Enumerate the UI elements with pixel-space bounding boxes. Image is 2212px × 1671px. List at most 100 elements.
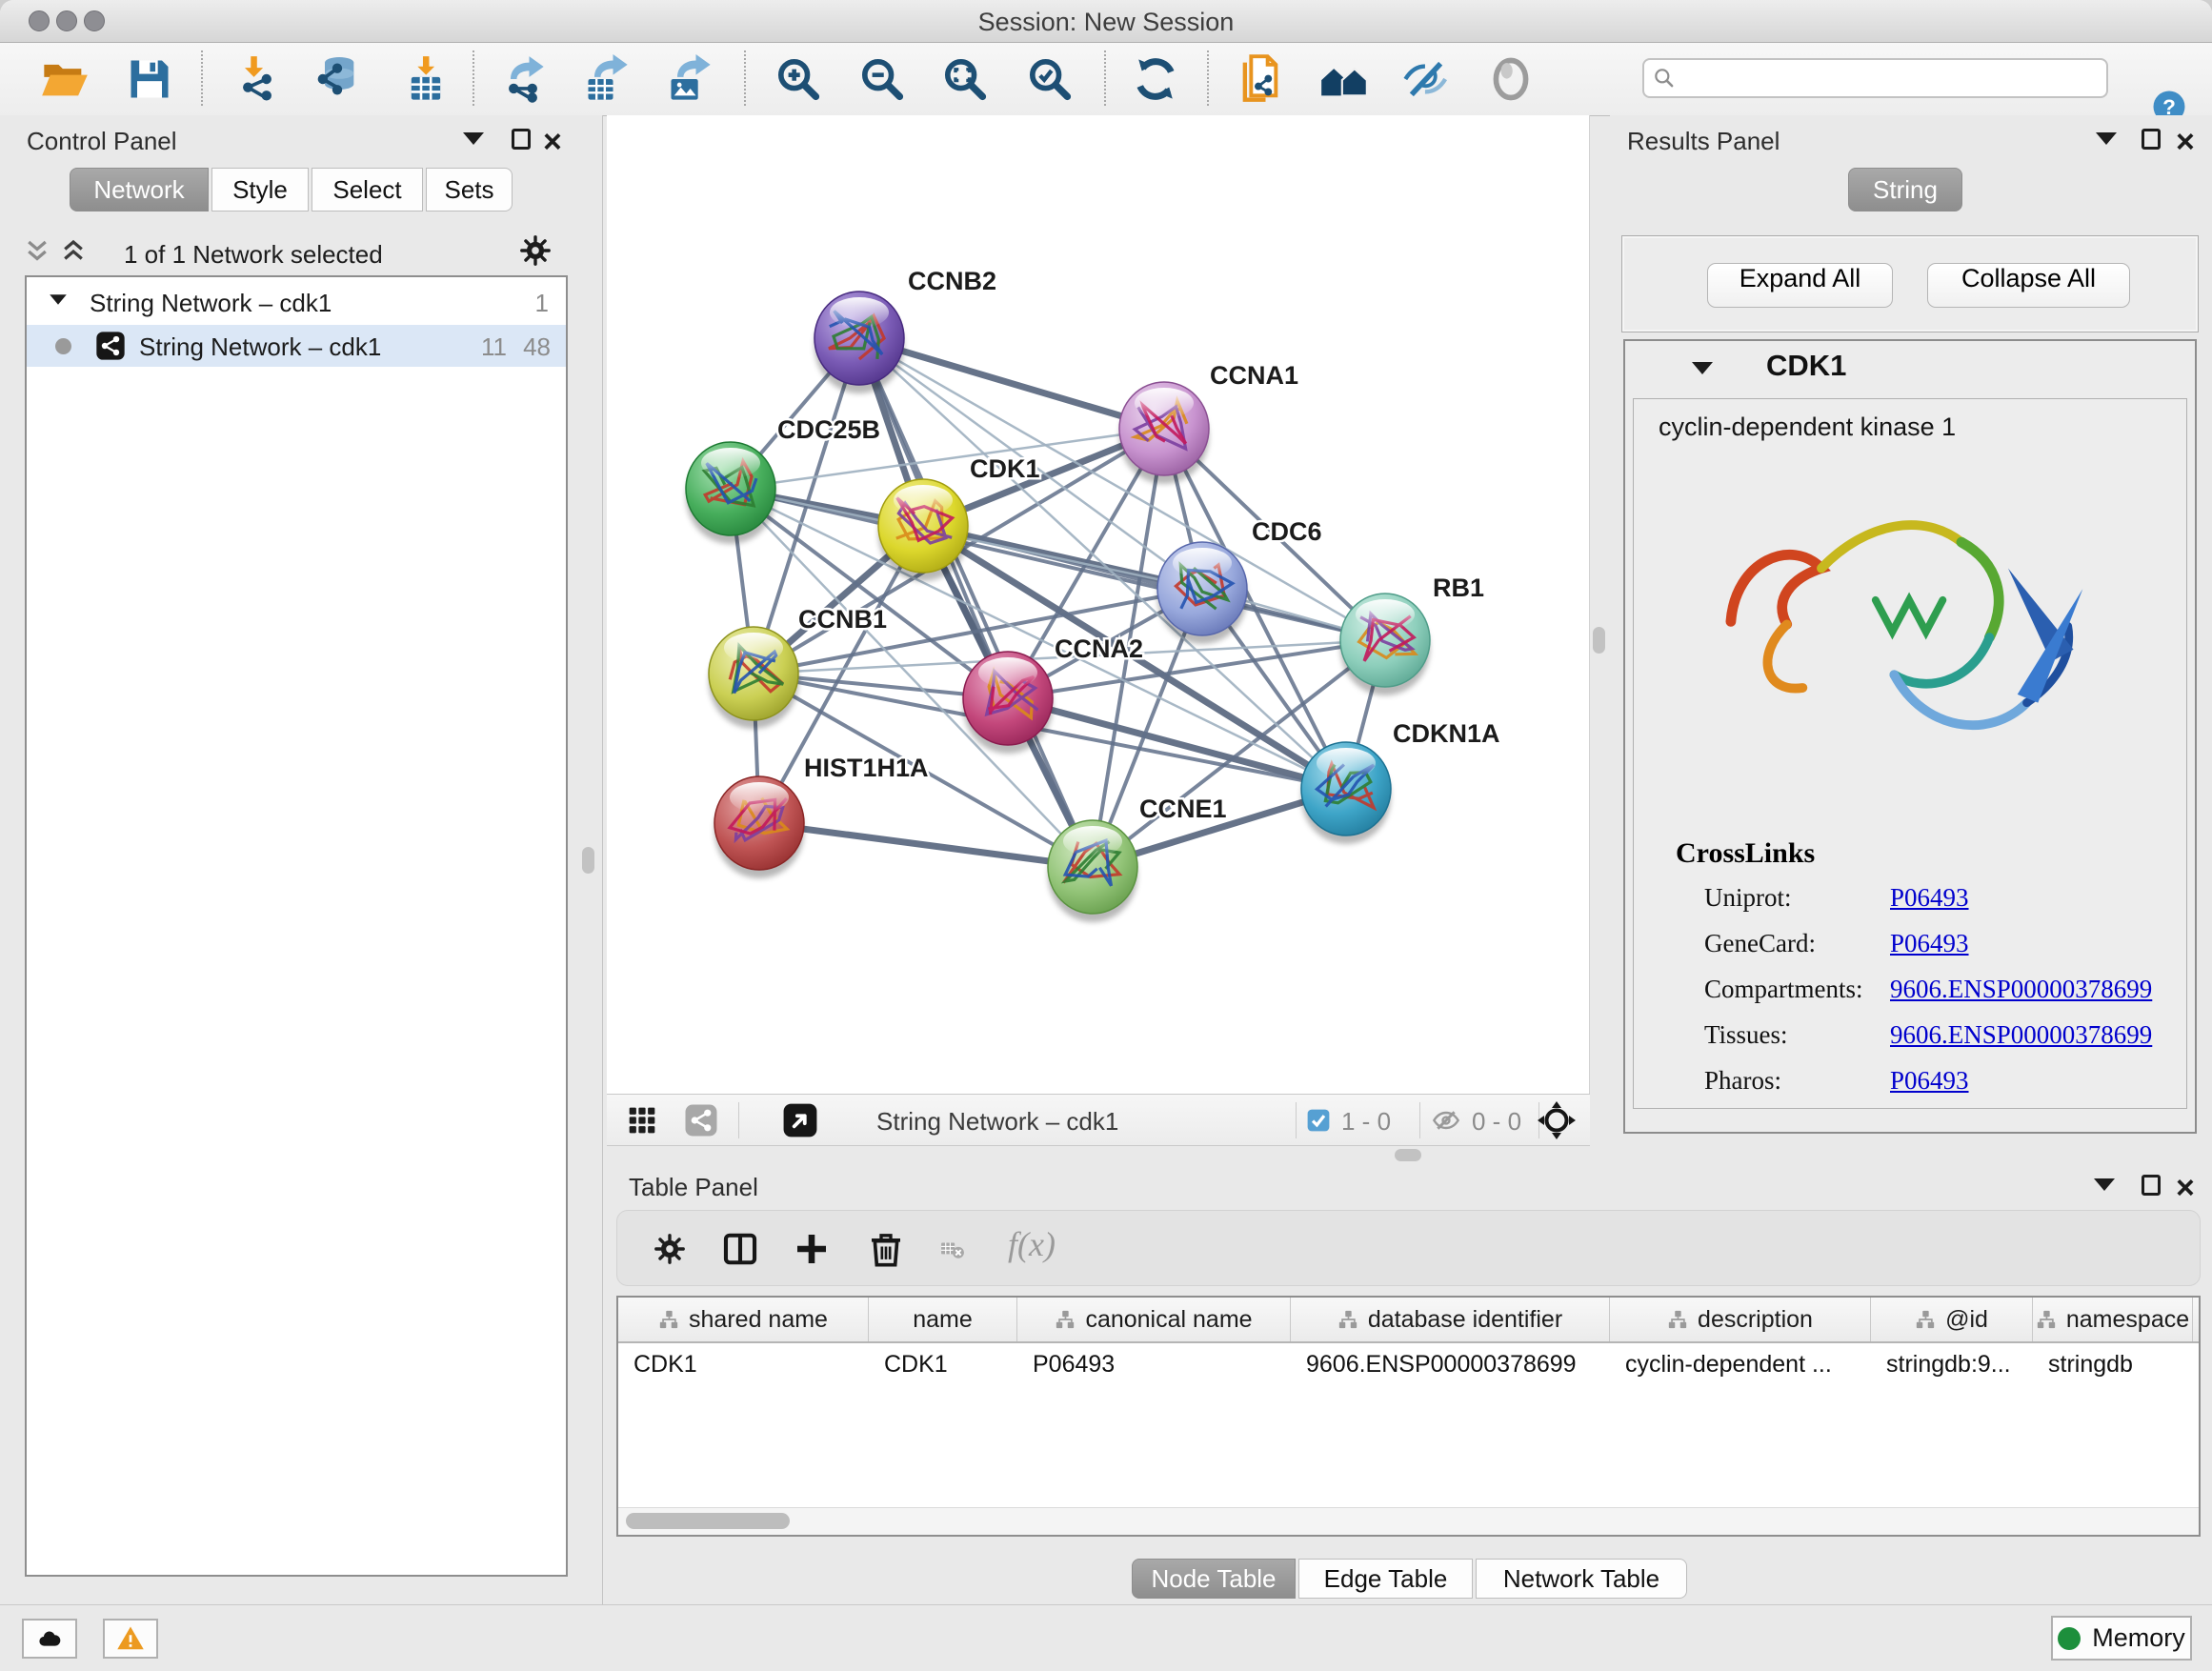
- close-panel-icon[interactable]: ×: [2176, 131, 2195, 152]
- collection-caret-down-icon[interactable]: [50, 294, 67, 304]
- network-node-CDKN1A[interactable]: [1301, 742, 1391, 844]
- delete-column-trash-icon[interactable]: [867, 1230, 905, 1268]
- network-node-CCNA2[interactable]: [963, 652, 1053, 754]
- refresh-icon[interactable]: [1131, 54, 1180, 104]
- warnings-button[interactable]: [103, 1619, 158, 1659]
- crosslink-value-link[interactable]: 9606.ENSP00000378699: [1890, 975, 2152, 1004]
- float-panel-icon[interactable]: [2142, 1175, 2161, 1196]
- scrollbar-thumb[interactable]: [626, 1513, 790, 1529]
- splitter-handle[interactable]: [1593, 627, 1605, 654]
- network-row-selected[interactable]: String Network – cdk1 11 48: [27, 325, 566, 367]
- table-gear-icon[interactable]: [654, 1233, 686, 1265]
- footer-separator: [1419, 1102, 1420, 1138]
- hidden-count-eye-icon[interactable]: [1431, 1105, 1461, 1136]
- tab-network[interactable]: Network: [70, 168, 209, 211]
- import-database-icon[interactable]: [312, 54, 362, 104]
- protein-section-caret-icon[interactable]: [1692, 362, 1713, 374]
- column-header--id[interactable]: @id: [1871, 1298, 2033, 1341]
- memory-button[interactable]: Memory: [2051, 1616, 2192, 1661]
- crosslink-value-link[interactable]: P06493: [1890, 1066, 1969, 1096]
- collapse-all-button[interactable]: Collapse All: [1927, 263, 2130, 308]
- search-box[interactable]: [1642, 58, 2108, 98]
- network-view-canvas[interactable]: CCNB2CCNA1CDC25BCDK1CDC6RB1CCNB1CCNA2CDK…: [607, 115, 1590, 1094]
- add-column-icon[interactable]: [794, 1232, 829, 1266]
- splitter-handle[interactable]: [582, 847, 594, 874]
- network-node-RB1[interactable]: [1340, 594, 1430, 695]
- tab-node-table[interactable]: Node Table: [1132, 1559, 1296, 1599]
- network-node-CCNE1[interactable]: [1048, 820, 1137, 922]
- birdseye-view-icon[interactable]: [782, 1102, 818, 1138]
- crosslink-value-link[interactable]: P06493: [1890, 883, 1969, 913]
- close-panel-icon[interactable]: ×: [2176, 1178, 2195, 1198]
- expand-all-button[interactable]: Expand All: [1707, 263, 1893, 308]
- search-input[interactable]: [1682, 62, 2096, 94]
- horizontal-scrollbar[interactable]: [618, 1507, 2199, 1535]
- zoom-selected-icon[interactable]: [1025, 54, 1075, 104]
- collapse-panel-icon[interactable]: [2096, 132, 2117, 145]
- zoom-in-icon[interactable]: [774, 54, 823, 104]
- table-cell[interactable]: stringdb:9...: [1871, 1343, 2033, 1387]
- export-network-icon[interactable]: [498, 54, 548, 104]
- network-node-CCNA1[interactable]: [1119, 382, 1209, 484]
- open-folder-icon[interactable]: [40, 54, 90, 104]
- column-header-canonical-name[interactable]: canonical name: [1017, 1298, 1291, 1341]
- table-cell[interactable]: CDK1: [869, 1343, 1017, 1387]
- import-table-icon[interactable]: [401, 54, 451, 104]
- string-view-icon[interactable]: [684, 1103, 718, 1137]
- column-header-name[interactable]: name: [869, 1298, 1017, 1341]
- table-cell[interactable]: 9606.ENSP00000378699: [1291, 1343, 1610, 1387]
- hide-unhide-icon[interactable]: [1401, 54, 1451, 104]
- network-node-CCNB1[interactable]: [709, 627, 798, 729]
- network-node-HIST1H1A[interactable]: [714, 776, 804, 878]
- expand-all-networks-icon[interactable]: [59, 237, 88, 266]
- show-columns-icon[interactable]: [722, 1231, 758, 1267]
- homes-icon[interactable]: [1319, 54, 1369, 104]
- title-bar: Session: New Session: [0, 0, 2212, 43]
- collapse-all-networks-icon[interactable]: [23, 237, 51, 266]
- tab-network-table[interactable]: Network Table: [1476, 1559, 1687, 1599]
- float-panel-icon[interactable]: [512, 129, 531, 150]
- export-table-icon[interactable]: [582, 54, 632, 104]
- column-header-label: description: [1698, 1306, 1813, 1334]
- network-node-CDC6[interactable]: [1157, 542, 1247, 644]
- table-row[interactable]: CDK1CDK1P064939606.ENSP00000378699cyclin…: [618, 1343, 2199, 1387]
- column-header-shared-name[interactable]: shared name: [618, 1298, 869, 1341]
- network-node-CDC25B[interactable]: [686, 442, 775, 544]
- collapse-panel-icon[interactable]: [2094, 1178, 2115, 1191]
- show-grid-icon[interactable]: [627, 1105, 657, 1136]
- tab-string[interactable]: String: [1848, 168, 1962, 211]
- close-panel-icon[interactable]: ×: [543, 131, 562, 152]
- tab-select[interactable]: Select: [312, 168, 423, 211]
- tab-style[interactable]: Style: [211, 168, 309, 211]
- network-graph[interactable]: CCNB2CCNA1CDC25BCDK1CDC6RB1CCNB1CCNA2CDK…: [607, 115, 1590, 1094]
- fit-content-crosshair-icon[interactable]: [1538, 1101, 1576, 1139]
- table-cell[interactable]: stringdb: [2033, 1343, 2193, 1387]
- table-cell[interactable]: CDK1: [618, 1343, 869, 1387]
- zoom-fit-icon[interactable]: [940, 54, 990, 104]
- splitter-handle[interactable]: [1395, 1149, 1421, 1161]
- network-options-gear-icon[interactable]: [519, 234, 552, 267]
- crosslink-value-link[interactable]: 9606.ENSP00000378699: [1890, 1020, 2152, 1050]
- selected-count-checkbox-icon[interactable]: [1306, 1108, 1331, 1133]
- float-panel-icon[interactable]: [2142, 129, 2161, 150]
- network-node-CCNB2[interactable]: [814, 292, 904, 393]
- column-header-description[interactable]: description: [1610, 1298, 1871, 1341]
- share-document-icon[interactable]: [1235, 54, 1284, 104]
- network-collection-row[interactable]: String Network – cdk1 1: [27, 281, 566, 323]
- cloud-status-button[interactable]: [22, 1619, 77, 1659]
- table-cell[interactable]: cyclin-dependent ...: [1610, 1343, 1871, 1387]
- tab-sets[interactable]: Sets: [426, 168, 513, 211]
- zoom-out-icon[interactable]: [857, 54, 907, 104]
- tab-edge-table[interactable]: Edge Table: [1298, 1559, 1473, 1599]
- import-network-icon[interactable]: [232, 54, 282, 104]
- save-icon[interactable]: [125, 54, 174, 104]
- footer-separator: [738, 1102, 739, 1138]
- crosslink-value-link[interactable]: P06493: [1890, 929, 1969, 958]
- network-node-CDK1[interactable]: [878, 479, 968, 581]
- table-cell[interactable]: P06493: [1017, 1343, 1291, 1387]
- export-image-icon[interactable]: [665, 54, 714, 104]
- collapse-panel-icon[interactable]: [463, 132, 484, 145]
- column-header-database-identifier[interactable]: database identifier: [1291, 1298, 1610, 1341]
- column-header-namespace[interactable]: namespace: [2033, 1298, 2193, 1341]
- toggle-eye-icon[interactable]: [1486, 54, 1536, 104]
